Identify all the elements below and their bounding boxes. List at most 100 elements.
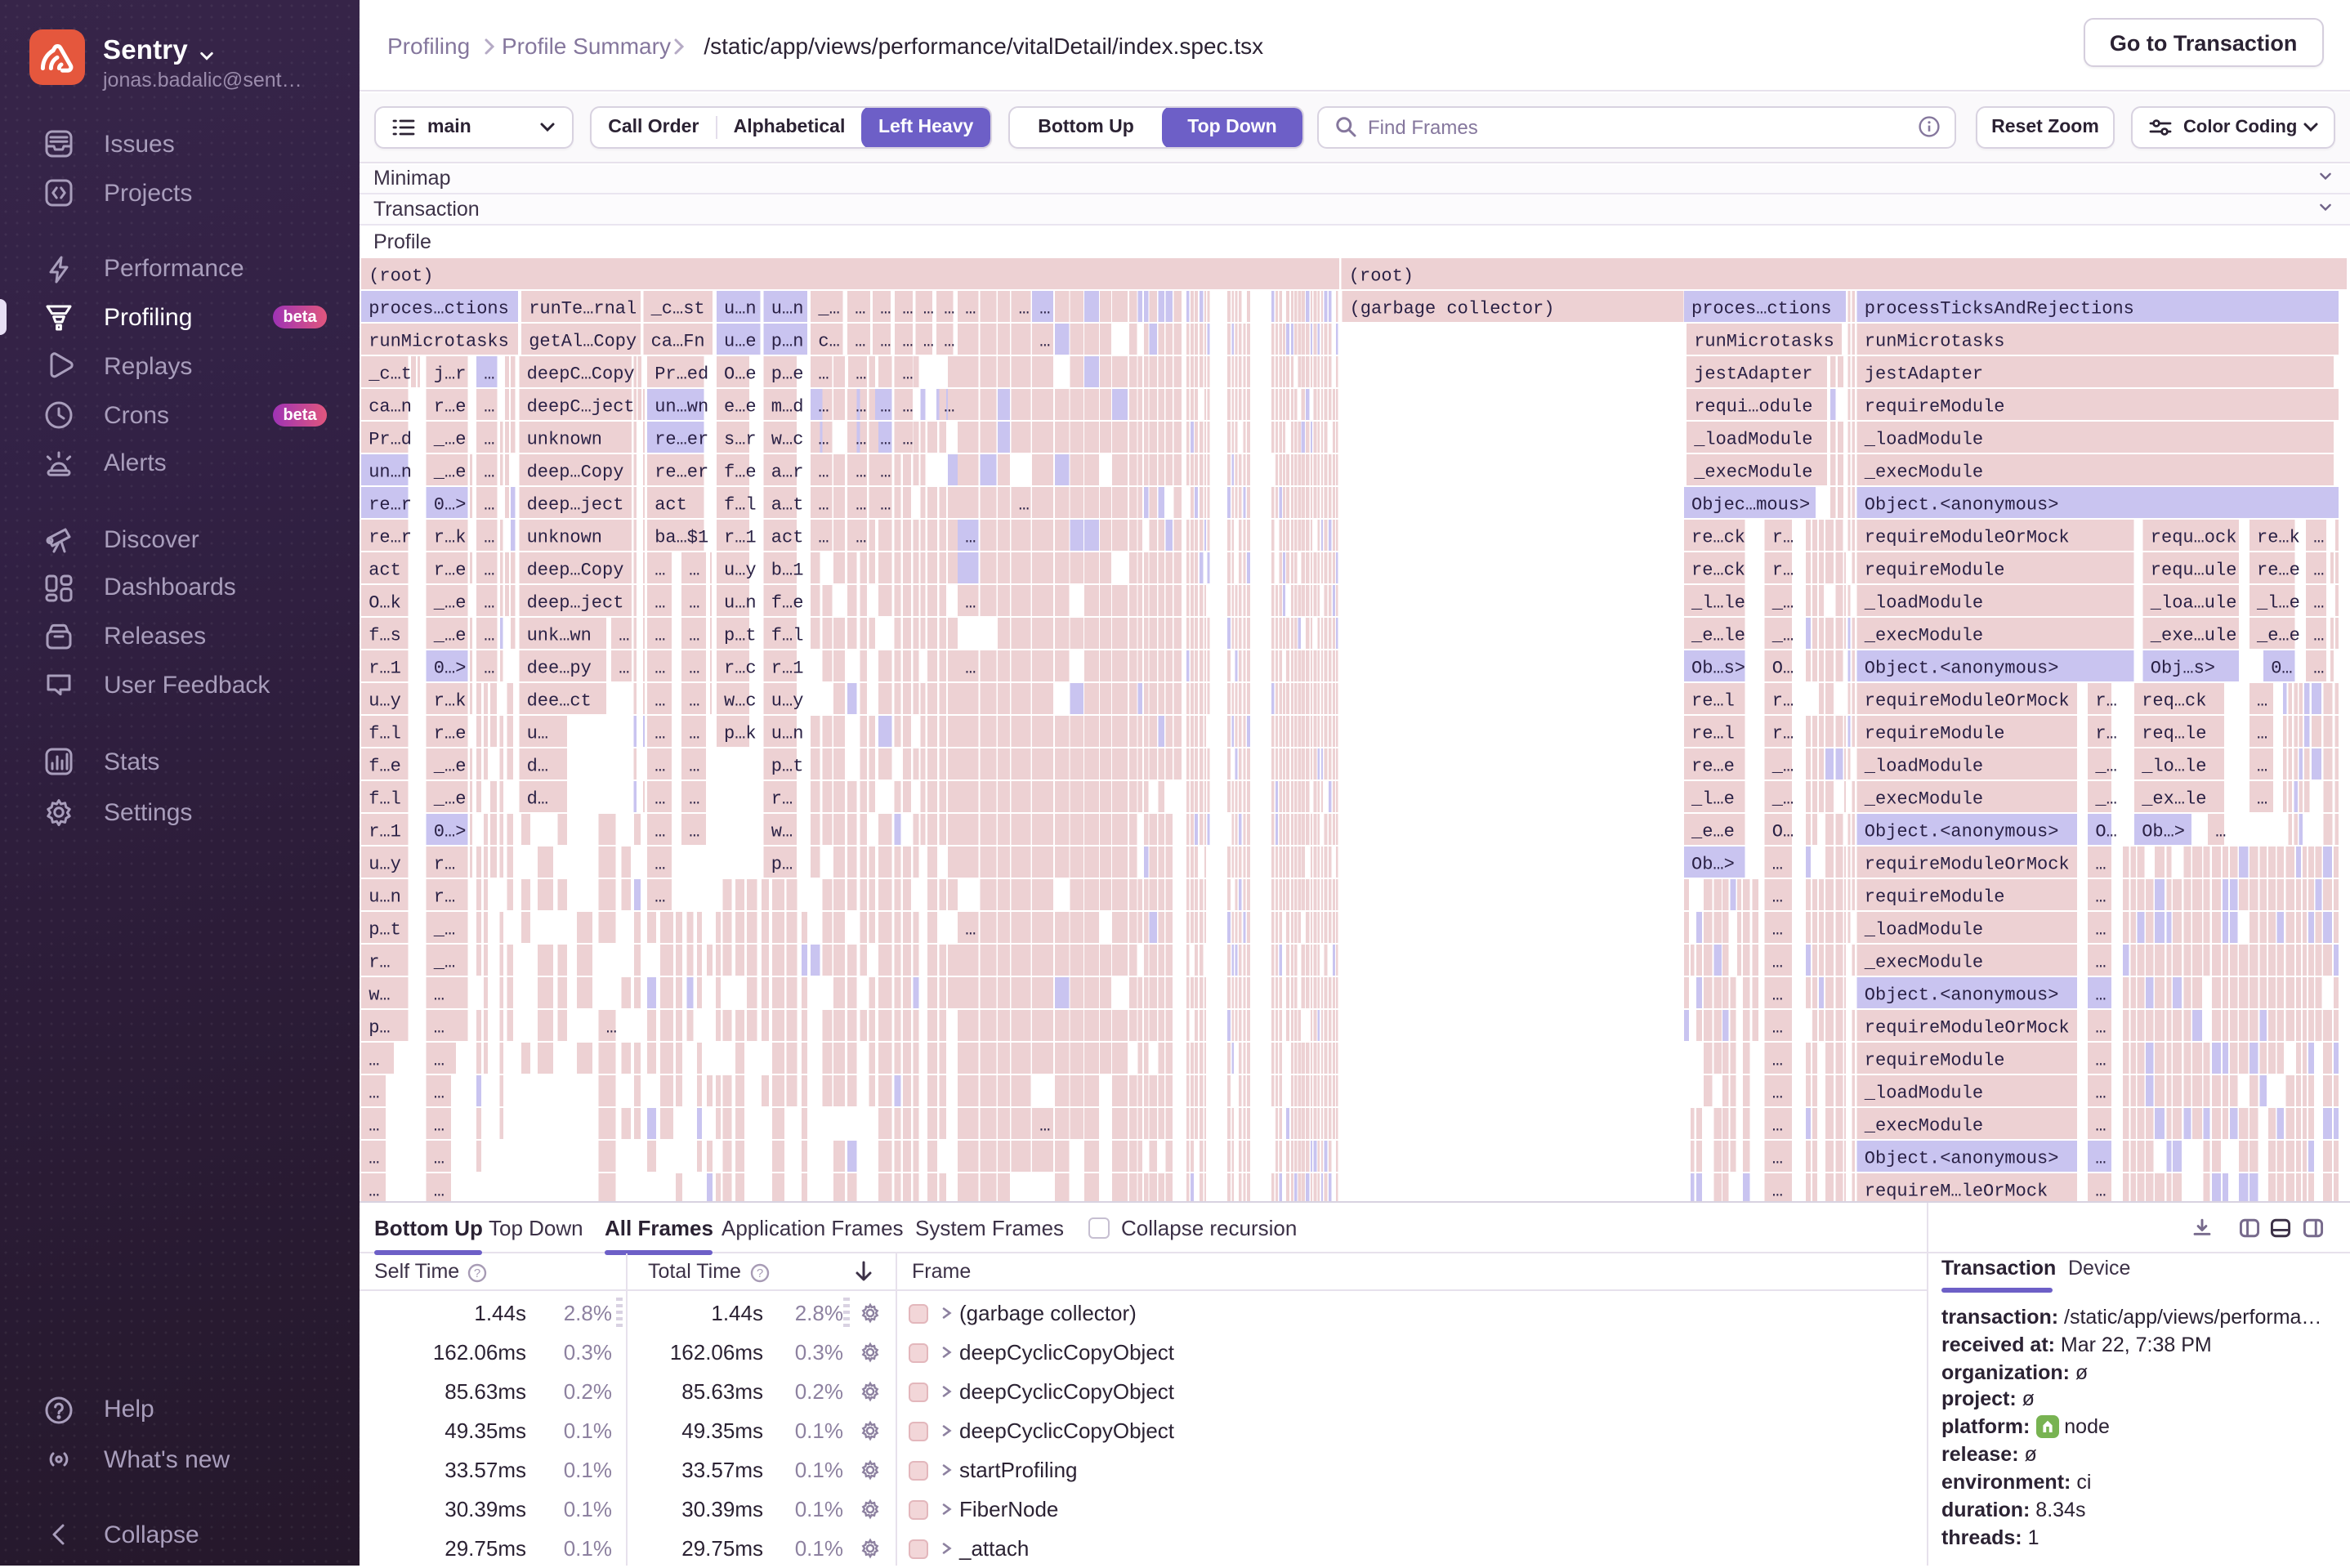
svg-text:_loadModule: _loadModule <box>1864 429 1983 449</box>
svg-text:r…: r… <box>434 887 455 907</box>
svg-text:…: … <box>484 527 494 547</box>
svg-text:…: … <box>655 854 665 874</box>
svg-text:…: … <box>1772 854 1783 874</box>
svg-text:u…e: u…e <box>724 331 757 351</box>
svg-text:…: … <box>606 1017 617 1038</box>
svg-text:re…ck: re…ck <box>1691 527 1745 547</box>
svg-text:_execModule: _execModule <box>1693 462 1812 482</box>
svg-text:jestAdapter: jestAdapter <box>1865 364 1983 384</box>
svg-text:requ…ule: requ…ule <box>2151 560 2237 580</box>
svg-text:…: … <box>2095 1083 2106 1103</box>
svg-text:…: … <box>1772 1115 1783 1136</box>
svg-text:r…k: r…k <box>434 527 467 547</box>
svg-text:…: … <box>655 560 665 580</box>
svg-text:Object.<anonymous>: Object.<anonymous> <box>1865 658 2059 678</box>
svg-text:…: … <box>2215 821 2226 842</box>
svg-text:…: … <box>2257 723 2267 744</box>
svg-text:…: … <box>2095 1017 2106 1038</box>
svg-text:…: … <box>1772 985 1783 1005</box>
svg-text:…: … <box>655 592 665 613</box>
svg-text:…: … <box>1039 331 1050 351</box>
svg-text:a…t: a…t <box>771 494 804 515</box>
svg-text:…: … <box>818 462 829 482</box>
svg-text:j…r: j…r <box>434 364 467 384</box>
svg-text:w…: w… <box>369 985 390 1005</box>
svg-text:Pr…ed: Pr…ed <box>655 364 708 384</box>
svg-text:…: … <box>484 364 494 384</box>
svg-text:un…n: un…n <box>369 462 412 482</box>
svg-text:_…e: _…e <box>433 462 467 482</box>
svg-text:Pr…d: Pr…d <box>369 429 412 449</box>
svg-text:deep…Copy: deep…Copy <box>527 560 624 580</box>
svg-text:…: … <box>2313 625 2324 646</box>
svg-text:…: … <box>689 723 699 744</box>
svg-text:…: … <box>2095 1050 2106 1070</box>
svg-text:re…ck: re…ck <box>1691 560 1745 580</box>
svg-text:p…: p… <box>771 854 793 874</box>
svg-text:_exe…ule: _exe…ule <box>2150 625 2237 646</box>
svg-text:…: … <box>655 690 665 711</box>
svg-text:re…l: re…l <box>1691 690 1735 711</box>
svg-text:…: … <box>965 919 976 940</box>
svg-text:…: … <box>880 396 891 417</box>
svg-text:jestAdapter: jestAdapter <box>1694 364 1812 384</box>
svg-text:…: … <box>369 1050 379 1070</box>
svg-text:0…>: 0…> <box>434 658 467 678</box>
svg-text:…: … <box>880 429 891 449</box>
svg-text:…: … <box>818 429 829 449</box>
svg-text:requireModuleOrMock: requireModuleOrMock <box>1865 1017 2070 1038</box>
svg-text:Obj…s>: Obj…s> <box>2151 658 2215 678</box>
svg-text:(garbage collector): (garbage collector) <box>1350 298 1555 319</box>
svg-text:u…n: u…n <box>724 298 757 319</box>
svg-text:re…e: re…e <box>1691 756 1735 776</box>
svg-text:r…: r… <box>2095 690 2116 711</box>
svg-text:requireModule: requireModule <box>1865 1050 2005 1070</box>
svg-text:…: … <box>2095 985 2106 1005</box>
svg-text:s…r: s…r <box>724 429 757 449</box>
svg-text:r…: r… <box>1772 690 1794 711</box>
svg-text:d…: d… <box>527 788 548 809</box>
svg-text:…: … <box>655 756 665 776</box>
svg-text:runMicrotasks: runMicrotasks <box>1694 331 1834 351</box>
svg-text:…: … <box>484 462 494 482</box>
svg-text:Object.<anonymous>: Object.<anonymous> <box>1865 494 2059 515</box>
svg-text:requireModuleOrMock: requireModuleOrMock <box>1865 690 2070 711</box>
svg-text:requireModule: requireModule <box>1865 723 2005 744</box>
svg-text:…: … <box>655 887 665 907</box>
svg-text:u…y: u…y <box>369 690 401 711</box>
svg-text:…: … <box>369 1115 379 1136</box>
svg-text:_l…e: _l…e <box>1691 788 1735 809</box>
svg-text:O…k: O…k <box>369 592 401 613</box>
svg-text:requireModuleOrMock: requireModuleOrMock <box>1865 527 2070 547</box>
svg-text:…: … <box>689 560 699 580</box>
svg-text:…: … <box>2095 952 2106 972</box>
svg-text:u…n: u…n <box>771 723 804 744</box>
svg-text:dee…ct: dee…ct <box>527 690 592 711</box>
svg-text:act: act <box>771 527 804 547</box>
svg-text:_…: _… <box>433 919 455 940</box>
svg-text:unknown: unknown <box>527 429 602 449</box>
svg-text:…: … <box>818 527 829 547</box>
svg-text:…: … <box>818 364 829 384</box>
svg-text:…: … <box>689 625 699 646</box>
svg-text:re…er: re…er <box>655 462 708 482</box>
svg-text:f…e: f…e <box>369 756 401 776</box>
svg-text:u…n: u…n <box>771 298 804 319</box>
svg-text:r…: r… <box>1772 723 1794 744</box>
svg-text:…: … <box>2257 756 2267 776</box>
svg-text:c…: c… <box>818 331 839 351</box>
svg-text:…: … <box>965 592 976 613</box>
svg-text:r…c: r…c <box>724 658 757 678</box>
svg-text:…: … <box>856 462 866 482</box>
svg-text:u…: u… <box>527 723 548 744</box>
svg-text:…: … <box>2313 592 2324 613</box>
svg-text:O…: O… <box>2095 821 2116 842</box>
svg-text:deepC…Copy: deepC…Copy <box>527 364 635 384</box>
svg-text:…: … <box>2313 658 2324 678</box>
svg-text:…: … <box>655 658 665 678</box>
svg-text:_loadModule: _loadModule <box>1864 919 1983 940</box>
svg-text:…: … <box>1039 298 1050 319</box>
svg-text:_…: _… <box>2094 788 2116 809</box>
svg-text:_c…st: _c…st <box>650 298 705 319</box>
svg-text:…: … <box>923 298 934 319</box>
